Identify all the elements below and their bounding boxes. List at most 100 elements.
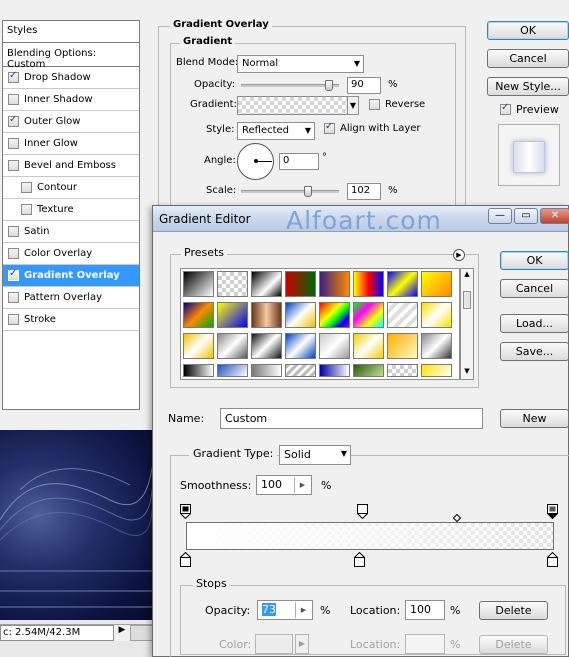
chevron-down-icon[interactable]: ▼ <box>347 97 358 114</box>
style-item-contour[interactable]: Contour <box>3 177 139 199</box>
minimize-icon[interactable]: — <box>488 208 512 224</box>
opacity-stop-left[interactable] <box>180 504 191 519</box>
angle-dial[interactable] <box>237 143 274 180</box>
opacity-stop-right-selected[interactable] <box>547 504 558 519</box>
style-item-texture[interactable]: Texture <box>3 199 139 221</box>
ok-button[interactable]: OK <box>487 21 569 40</box>
gradient-editor-titlebar[interactable]: Gradient Editor Alfoart.com — ▭ ✕ <box>153 206 569 235</box>
gradient-preset-swatch[interactable] <box>319 333 350 359</box>
style-item-inner-shadow[interactable]: Inner Shadow <box>3 89 139 111</box>
style-item-satin[interactable]: Satin <box>3 221 139 243</box>
color-location-input[interactable] <box>405 634 445 654</box>
scroll-thumb[interactable] <box>463 291 471 309</box>
scale-slider-thumb[interactable] <box>303 186 312 197</box>
color-arrow-icon[interactable]: ▶ <box>295 634 309 654</box>
checkbox-icon[interactable] <box>21 182 32 193</box>
color-stop-right[interactable] <box>547 552 558 567</box>
gradient-preset-swatch[interactable] <box>251 271 282 297</box>
style-item-drop-shadow[interactable]: Drop Shadow <box>3 67 139 89</box>
save-button[interactable]: Save... <box>500 342 569 361</box>
stop-opacity-arrow-icon[interactable]: ▶ <box>295 602 311 618</box>
preview-checkbox[interactable]: Preview <box>500 102 559 116</box>
ok-button[interactable]: OK <box>500 251 569 270</box>
gradient-preset-swatch[interactable] <box>217 333 248 359</box>
gradient-preset-swatch[interactable] <box>421 364 452 377</box>
opacity-input[interactable]: 90 <box>347 77 381 94</box>
color-stop-middle[interactable] <box>354 552 365 567</box>
gradient-preset-swatch[interactable] <box>251 302 282 328</box>
style-item-stroke[interactable]: Stroke <box>3 309 139 331</box>
gradient-preset-swatch[interactable] <box>353 302 384 328</box>
style-item-bevel-and-emboss[interactable]: Bevel and Emboss <box>3 155 139 177</box>
play-arrow-icon[interactable]: ▶ <box>116 625 128 641</box>
cancel-button[interactable]: Cancel <box>500 279 569 298</box>
style-select[interactable]: Reflected ▼ <box>237 122 315 140</box>
opacity-midpoint-diamond[interactable] <box>453 514 461 522</box>
gradient-preset-swatch[interactable] <box>353 364 384 377</box>
blending-options-item[interactable]: Blending Options: Custom <box>3 43 139 70</box>
style-item-outer-glow[interactable]: Outer Glow <box>3 111 139 133</box>
checkbox-icon[interactable] <box>8 292 19 303</box>
gradient-type-select[interactable]: Solid ▼ <box>279 445 351 465</box>
gradient-preset-swatch[interactable] <box>319 271 350 297</box>
new-button[interactable]: New <box>500 409 569 428</box>
angle-input[interactable]: 0 <box>279 153 319 170</box>
scroll-up-icon[interactable]: ▲ <box>462 270 472 280</box>
checkbox-icon[interactable] <box>8 226 19 237</box>
gradient-preset-swatch[interactable] <box>387 364 418 377</box>
presets-scrollbar[interactable]: ▲ ▼ <box>460 268 474 380</box>
gradient-preset-swatch[interactable] <box>387 333 418 359</box>
gradient-preset-swatch[interactable] <box>183 364 214 377</box>
gradient-preset-swatch[interactable] <box>217 302 248 328</box>
gradient-preset-swatch[interactable] <box>319 302 350 328</box>
style-item-pattern-overlay[interactable]: Pattern Overlay <box>3 287 139 309</box>
checkbox-icon[interactable] <box>8 160 19 171</box>
new-style-button[interactable]: New Style... <box>487 77 569 96</box>
horizontal-scrollbar[interactable] <box>130 625 154 641</box>
checkbox-icon[interactable] <box>8 248 19 259</box>
gradient-preset-swatch[interactable] <box>217 364 248 377</box>
opacity-slider-thumb[interactable] <box>325 80 334 91</box>
align-with-layer-checkbox[interactable]: Align with Layer <box>324 121 421 134</box>
gradient-preset-swatch[interactable] <box>421 333 452 359</box>
opacity-stop-middle[interactable] <box>357 504 368 519</box>
gradient-preset-swatch[interactable] <box>387 302 418 328</box>
gradient-preset-swatch[interactable] <box>251 364 282 377</box>
gradient-preset-swatch[interactable] <box>421 271 452 297</box>
style-item-inner-glow[interactable]: Inner Glow <box>3 133 139 155</box>
gradient-preset-swatch[interactable] <box>319 364 350 377</box>
gradient-preset-swatch[interactable] <box>353 271 384 297</box>
checkbox-icon[interactable] <box>8 114 19 127</box>
gradient-preset-swatch[interactable] <box>285 333 316 359</box>
color-stop-left[interactable] <box>180 552 191 567</box>
gradient-preset-swatch[interactable] <box>183 271 214 297</box>
name-input[interactable]: Custom <box>220 408 483 429</box>
checkbox-icon[interactable] <box>8 268 19 281</box>
style-item-gradient-overlay[interactable]: Gradient Overlay <box>3 265 139 287</box>
location-input[interactable]: 100 <box>405 600 445 620</box>
checkbox-icon[interactable] <box>8 94 19 105</box>
gradient-preset-swatch[interactable] <box>421 302 452 328</box>
gradient-preset-swatch[interactable] <box>285 302 316 328</box>
presets-menu-icon[interactable]: ▶ <box>453 249 465 261</box>
gradient-preset-swatch[interactable] <box>183 302 214 328</box>
color-swatch[interactable] <box>255 634 293 654</box>
scale-input[interactable]: 102 <box>347 183 381 200</box>
checkbox-icon[interactable] <box>21 204 32 215</box>
gradient-preset-swatch[interactable] <box>251 333 282 359</box>
gradient-preset-swatch[interactable] <box>353 333 384 359</box>
delete-color-stop-button[interactable]: Delete <box>479 635 548 654</box>
checkbox-icon[interactable] <box>8 138 19 149</box>
gradient-preset-swatch[interactable] <box>387 271 418 297</box>
gradient-preset-swatch[interactable] <box>217 271 248 297</box>
cancel-button[interactable]: Cancel <box>487 49 569 68</box>
gradient-preview-bar[interactable] <box>186 522 554 550</box>
checkbox-icon[interactable] <box>8 314 19 325</box>
maximize-icon[interactable]: ▭ <box>514 208 538 224</box>
gradient-preset-swatch[interactable] <box>285 271 316 297</box>
reverse-checkbox[interactable]: Reverse <box>369 99 425 110</box>
smoothness-arrow-icon[interactable]: ▶ <box>294 477 310 493</box>
style-item-color-overlay[interactable]: Color Overlay <box>3 243 139 265</box>
close-icon[interactable]: ✕ <box>540 208 569 224</box>
delete-opacity-stop-button[interactable]: Delete <box>479 601 548 620</box>
